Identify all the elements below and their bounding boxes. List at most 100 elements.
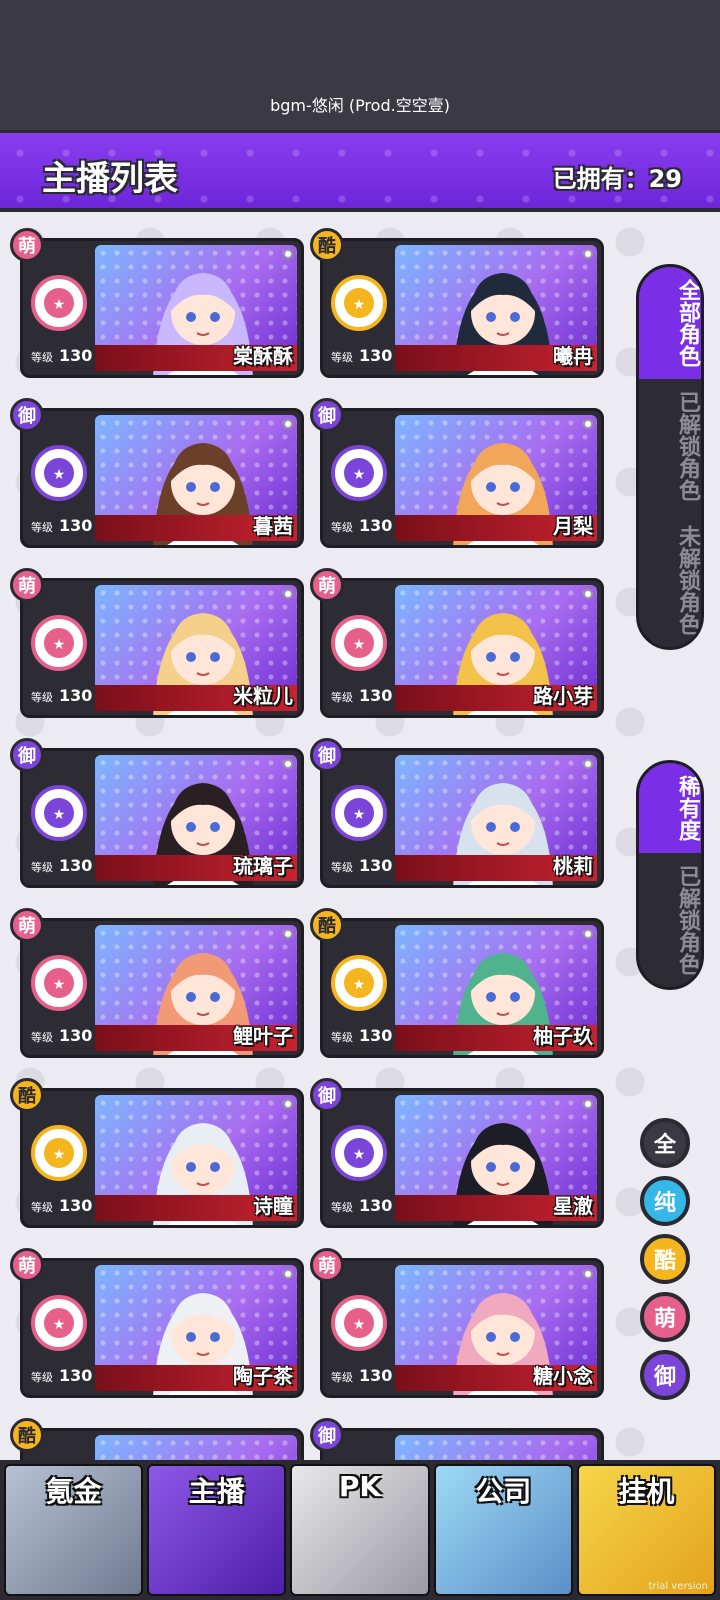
level-value: 130 — [59, 856, 93, 875]
level-label: 等级 — [331, 521, 353, 534]
streamer-name: 糖小念 — [533, 1364, 593, 1388]
streamer-card[interactable]: ★ 等级 130 糖小念 — [320, 1258, 604, 1398]
card-dot-icon — [583, 1269, 593, 1279]
nav-pk-label: PK — [338, 1470, 382, 1503]
streamer-card[interactable]: ★ 等级 130 曦冉 — [320, 238, 604, 378]
team-badge-icon: ★ — [31, 785, 87, 841]
team-badge-icon: ★ — [31, 615, 87, 671]
level-value: 130 — [359, 686, 393, 705]
level-label: 等级 — [31, 861, 53, 874]
sidebar-item-locked[interactable]: 未解锁角色 — [639, 513, 701, 647]
streamer-card[interactable]: ★ 等级 130 桃莉 — [320, 748, 604, 888]
svg-text:★: ★ — [53, 297, 66, 313]
bgm-track-label: bgm-悠闲 (Prod.空空壹) — [270, 96, 450, 115]
team-badge-icon: ★ — [331, 1125, 387, 1181]
team-badge-icon: ★ — [331, 785, 387, 841]
rarity-tag: 御 — [310, 1418, 344, 1452]
nav-streamer[interactable]: 主播 — [147, 1464, 287, 1596]
card-dot-icon — [283, 759, 293, 769]
level-label: 等级 — [31, 351, 53, 364]
streamer-name: 鲤叶子 — [233, 1024, 293, 1048]
rarity-tag: 御 — [310, 1078, 344, 1112]
team-badge-icon: ★ — [31, 275, 87, 331]
svg-text:★: ★ — [353, 467, 366, 483]
filter-button[interactable]: 酷 — [640, 1234, 690, 1284]
team-badge-icon: ★ — [331, 445, 387, 501]
streamer-name: 路小芽 — [533, 684, 593, 708]
streamer-name: 星澈 — [553, 1194, 593, 1218]
sidebar-item-unlocked[interactable]: 已解锁角色 — [639, 379, 701, 513]
nav-company[interactable]: 公司 — [433, 1464, 573, 1596]
svg-text:★: ★ — [353, 977, 366, 993]
svg-text:★: ★ — [53, 467, 66, 483]
card-dot-icon — [283, 1269, 293, 1279]
streamer-card[interactable]: ★ 等级 130 诗瞳 — [20, 1088, 304, 1228]
streamer-card[interactable]: ★ 等级 130 暮茜 — [20, 408, 304, 548]
streamer-card[interactable]: ★ 等级 130 柚子玖 — [320, 918, 604, 1058]
card-dot-icon — [283, 589, 293, 599]
rarity-tag: 萌 — [310, 568, 344, 602]
level-value: 130 — [59, 346, 93, 365]
team-badge-icon: ★ — [31, 955, 87, 1011]
streamer-card[interactable]: ★ 等级 130 棠酥酥 — [20, 238, 304, 378]
level-value: 130 — [59, 1366, 93, 1385]
rarity-tag: 酷 — [310, 228, 344, 262]
filter-button[interactable]: 萌 — [640, 1292, 690, 1342]
streamer-card[interactable]: ★ 等级 130 陶子茶 — [20, 1258, 304, 1398]
streamer-name: 陶子茶 — [233, 1364, 293, 1388]
streamer-card[interactable]: ★ 等级 130 鲤叶子 — [20, 918, 304, 1058]
streamer-name: 米粒儿 — [233, 684, 293, 708]
svg-text:★: ★ — [53, 1317, 66, 1333]
level-value: 130 — [359, 1366, 393, 1385]
nav-pk[interactable]: PK — [290, 1464, 430, 1596]
streamer-card[interactable]: ★ 等级 130 琉璃子 — [20, 748, 304, 888]
streamer-card-partial[interactable] — [20, 1428, 304, 1460]
level-label: 等级 — [31, 691, 53, 704]
rarity-tag: 御 — [10, 738, 44, 772]
rarity-tag: 御 — [10, 398, 44, 432]
streamer-name: 月梨 — [553, 514, 593, 538]
sidebar-item-rarity[interactable]: 稀有度 — [639, 763, 701, 853]
sidebar-group-ownership: 全部角色 已解锁角色 未解锁角色 — [636, 264, 704, 650]
level-label: 等级 — [331, 1201, 353, 1214]
card-dot-icon — [583, 759, 593, 769]
trial-version-label: trial version — [648, 1581, 709, 1592]
streamer-card[interactable]: ★ 等级 130 米粒儿 — [20, 578, 304, 718]
level-value: 130 — [59, 1196, 93, 1215]
sidebar-item-unlocked-2[interactable]: 已解锁角色 — [639, 853, 701, 987]
team-badge-icon: ★ — [31, 445, 87, 501]
svg-text:★: ★ — [353, 1317, 366, 1333]
filter-button[interactable]: 纯 — [640, 1176, 690, 1226]
page-title: 主播列表 — [42, 159, 178, 199]
filter-button[interactable]: 全 — [640, 1118, 690, 1168]
filter-button[interactable]: 御 — [640, 1350, 690, 1400]
level-label: 等级 — [331, 1371, 353, 1384]
top-bar: bgm-悠闲 (Prod.空空壹) — [0, 0, 720, 130]
nav-idle-label: 挂机 — [618, 1475, 675, 1508]
rarity-tag: 御 — [310, 738, 344, 772]
level-value: 130 — [59, 516, 93, 535]
streamer-card[interactable]: ★ 等级 130 月梨 — [320, 408, 604, 548]
level-value: 130 — [359, 1026, 393, 1045]
sidebar-group-rarity: 稀有度 已解锁角色 — [636, 760, 704, 990]
nav-recharge[interactable]: 氪金 — [4, 1464, 144, 1596]
nav-idle[interactable]: 挂机 trial version — [576, 1464, 717, 1596]
level-value: 130 — [359, 516, 393, 535]
card-background — [395, 1435, 597, 1460]
streamer-card[interactable]: ★ 等级 130 路小芽 — [320, 578, 604, 718]
streamer-card-partial[interactable] — [320, 1428, 604, 1460]
rarity-tag: 萌 — [10, 568, 44, 602]
level-label: 等级 — [31, 1371, 53, 1384]
svg-text:★: ★ — [353, 297, 366, 313]
level-value: 130 — [59, 686, 93, 705]
streamer-name: 棠酥酥 — [233, 344, 293, 368]
level-label: 等级 — [331, 691, 353, 704]
sidebar-item-all[interactable]: 全部角色 — [639, 267, 701, 379]
streamer-name: 诗瞳 — [253, 1194, 293, 1218]
level-label: 等级 — [31, 1031, 53, 1044]
level-label: 等级 — [331, 351, 353, 364]
card-dot-icon — [283, 1099, 293, 1109]
rarity-tag: 萌 — [10, 1248, 44, 1282]
streamer-card[interactable]: ★ 等级 130 星澈 — [320, 1088, 604, 1228]
level-value: 130 — [359, 856, 393, 875]
